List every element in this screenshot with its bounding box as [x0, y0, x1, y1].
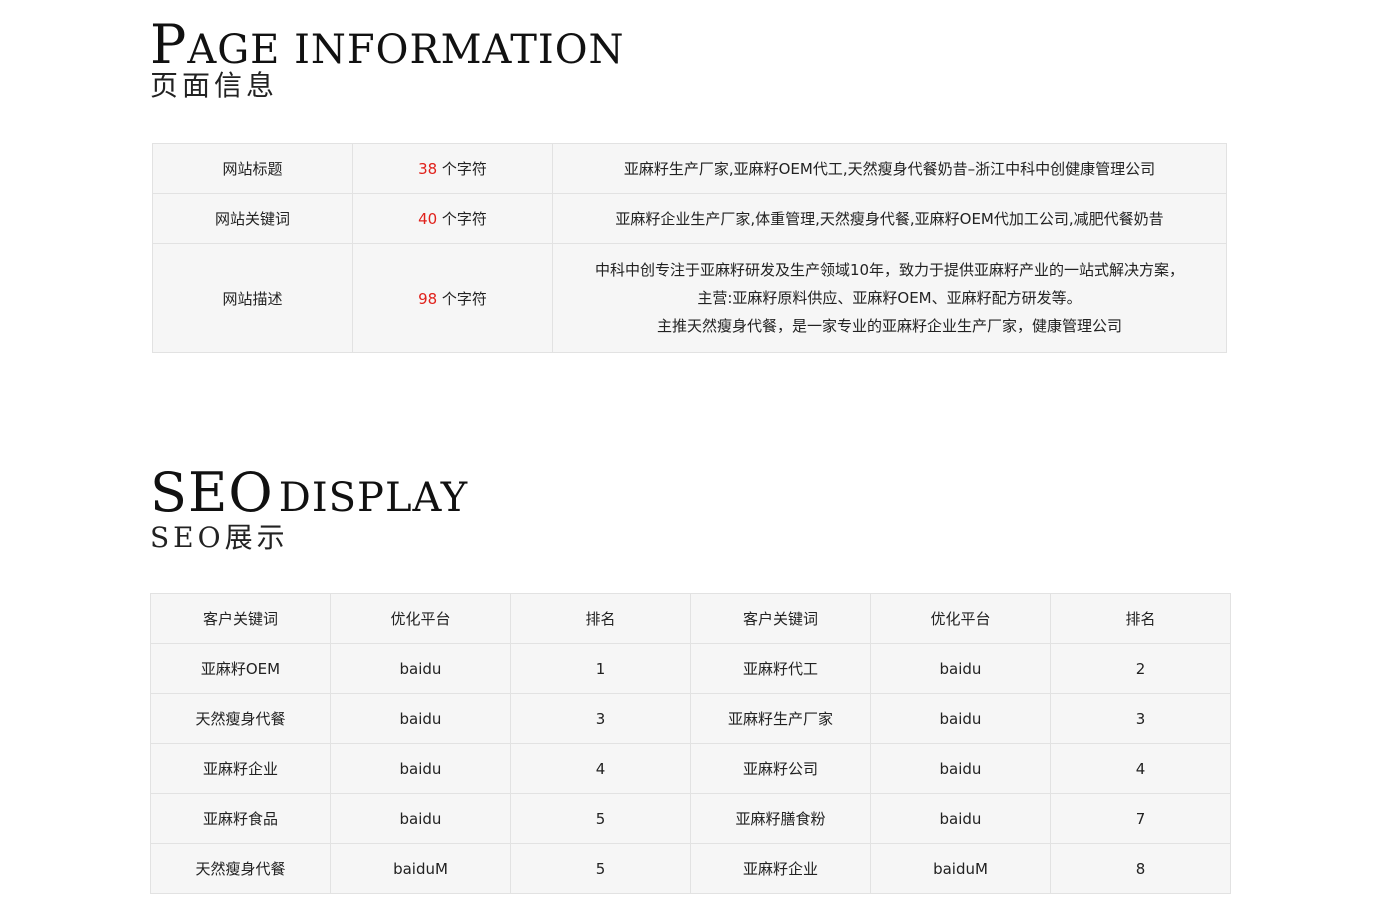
char-count-unit: 个字符 — [437, 289, 487, 308]
seo-rank-cell: 5 — [510, 793, 691, 844]
seo-table-row: 亚麻籽OEM baidu 1 亚麻籽代工 baidu 2 — [150, 643, 1231, 694]
page-info-row: 网站描述 98 个字符 中科中创专注于亚麻籽研发及生产领域10年，致力于提供亚麻籽产… — [152, 243, 1227, 353]
page-info-content: 亚麻籽企业生产厂家,体重管理,天然瘦身代餐,亚麻籽OEM代加工公司,减肥代餐奶昔 — [552, 193, 1227, 244]
char-count-unit: 个字符 — [437, 160, 487, 178]
seo-rank-cell: 4 — [510, 743, 691, 794]
seo-header-cell: 优化平台 — [330, 593, 511, 644]
seo-header-cell: 客户关键词 — [150, 593, 331, 644]
seo-keyword-cell: 天然瘦身代餐 — [150, 843, 331, 894]
seo-table-row: 天然瘦身代餐 baiduM 5 亚麻籽企业 baiduM 8 — [150, 843, 1231, 894]
char-count-unit: 个字符 — [437, 210, 487, 228]
seo-header-cell: 客户关键词 — [690, 593, 871, 644]
seo-header-row: 客户关键词 优化平台 排名 客户关键词 优化平台 排名 — [150, 593, 1231, 644]
page-info-char-count: 40 个字符 — [352, 193, 553, 244]
seo-keyword-cell: 亚麻籽OEM — [150, 643, 331, 694]
seo-table-row: 亚麻籽企业 baidu 4 亚麻籽公司 baidu 4 — [150, 743, 1231, 794]
seo-platform-cell: baidu — [330, 793, 511, 844]
seo-header-cell: 优化平台 — [870, 593, 1051, 644]
seo-title-big: SEO — [150, 461, 274, 524]
seo-keyword-cell: 亚麻籽食品 — [150, 793, 331, 844]
seo-table-row: 亚麻籽食品 baidu 5 亚麻籽膳食粉 baidu 7 — [150, 793, 1231, 844]
page-info-title-initial: P — [150, 13, 188, 76]
page-info-char-count: 98 个字符 — [352, 243, 553, 353]
seo-platform-cell: baiduM — [870, 843, 1051, 894]
seo-title: SEO display — [150, 466, 468, 520]
seo-header-cell: 排名 — [510, 593, 691, 644]
seo-table-row: 天然瘦身代餐 baidu 3 亚麻籽生产厂家 baidu 3 — [150, 693, 1231, 744]
seo-rank-cell: 4 — [1050, 743, 1231, 794]
page-info-content-line: 中科中创专注于亚麻籽研发及生产领域10年，致力于提供亚麻籽产业的一站式解决方案， — [594, 261, 1185, 279]
page-info-content-line: 主推天然瘦身代餐，是一家专业的亚麻籽企业生产厂家，健康管理公司 — [656, 317, 1122, 335]
seo-platform-cell: baidu — [870, 643, 1051, 694]
seo-platform-cell: baidu — [330, 643, 511, 694]
page-info-label: 网站描述 — [152, 243, 353, 353]
seo-rank-cell: 1 — [510, 643, 691, 694]
page-info-content: 中科中创专注于亚麻籽研发及生产领域10年，致力于提供亚麻籽产业的一站式解决方案，… — [552, 243, 1227, 353]
seo-platform-cell: baidu — [870, 793, 1051, 844]
seo-title-rest: display — [278, 475, 469, 521]
seo-keyword-cell: 亚麻籽生产厂家 — [690, 693, 871, 744]
seo-keyword-cell: 天然瘦身代餐 — [150, 693, 331, 744]
page-info-content-line: 主营:亚麻籽原料供应、亚麻籽OEM、亚麻籽配方研发等。 — [697, 289, 1082, 307]
char-count-number: 98 — [418, 289, 438, 308]
page-info-content-line: 亚麻籽企业生产厂家,体重管理,天然瘦身代餐,亚麻籽OEM代加工公司,减肥代餐奶昔 — [615, 209, 1164, 228]
page-info-char-count: 38 个字符 — [352, 143, 553, 194]
seo-rank-cell: 3 — [1050, 693, 1231, 744]
page-info-row: 网站关键词 40 个字符 亚麻籽企业生产厂家,体重管理,天然瘦身代餐,亚麻籽OEM代… — [152, 193, 1227, 244]
seo-keyword-cell: 亚麻籽公司 — [690, 743, 871, 794]
seo-subtitle: SEO展示 — [150, 521, 289, 554]
seo-keyword-cell: 亚麻籽代工 — [690, 643, 871, 694]
seo-platform-cell: baidu — [870, 693, 1051, 744]
page-info-content: 亚麻籽生产厂家,亚麻籽OEM代工,天然瘦身代餐奶昔–浙江中科中创健康管理公司 — [552, 143, 1227, 194]
seo-keyword-cell: 亚麻籽企业 — [690, 843, 871, 894]
seo-keyword-cell: 亚麻籽膳食粉 — [690, 793, 871, 844]
seo-platform-cell: baiduM — [330, 843, 511, 894]
seo-header-cell: 排名 — [1050, 593, 1231, 644]
seo-platform-cell: baidu — [870, 743, 1051, 794]
page-info-label: 网站关键词 — [152, 193, 353, 244]
seo-keyword-cell: 亚麻籽企业 — [150, 743, 331, 794]
seo-rank-cell: 7 — [1050, 793, 1231, 844]
seo-rank-cell: 2 — [1050, 643, 1231, 694]
seo-platform-cell: baidu — [330, 693, 511, 744]
char-count-number: 40 — [418, 210, 438, 228]
char-count-number: 38 — [418, 160, 438, 178]
page-info-row: 网站标题 38 个字符 亚麻籽生产厂家,亚麻籽OEM代工,天然瘦身代餐奶昔–浙江中科… — [152, 143, 1227, 194]
seo-rank-cell: 5 — [510, 843, 691, 894]
page-info-title: Page information — [150, 18, 625, 72]
page-info-label: 网站标题 — [152, 143, 353, 194]
seo-platform-cell: baidu — [330, 743, 511, 794]
page-info-subtitle: 页面信息 — [150, 69, 279, 102]
seo-ranking-table: 客户关键词 优化平台 排名 客户关键词 优化平台 排名 亚麻籽OEM baidu 1 亚麻籽代工 b… — [150, 593, 1231, 894]
page-info-table: 网站标题 38 个字符 亚麻籽生产厂家,亚麻籽OEM代工,天然瘦身代餐奶昔–浙江中科… — [152, 143, 1227, 353]
seo-rank-cell: 8 — [1050, 843, 1231, 894]
seo-rank-cell: 3 — [510, 693, 691, 744]
page-info-content-line: 亚麻籽生产厂家,亚麻籽OEM代工,天然瘦身代餐奶昔–浙江中科中创健康管理公司 — [623, 159, 1156, 178]
page-info-title-rest: age information — [187, 27, 625, 73]
